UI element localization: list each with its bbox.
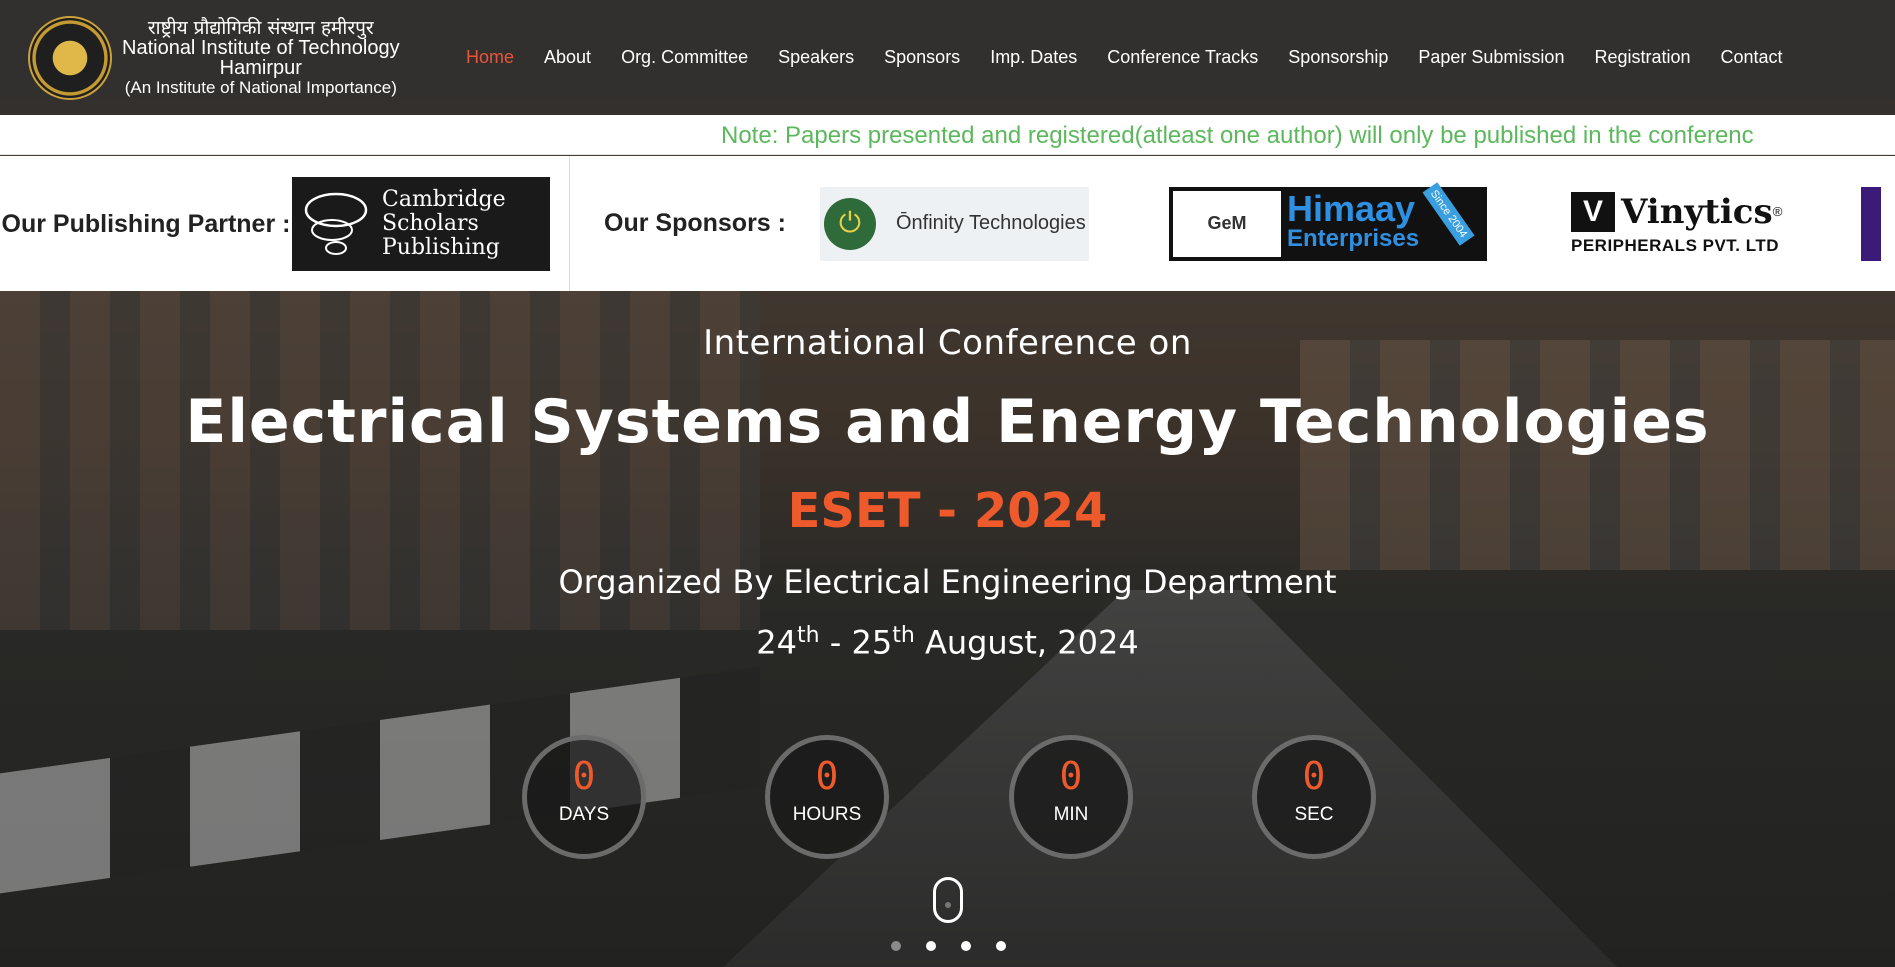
sponsor-next-logo-edge[interactable] <box>1861 186 1881 261</box>
partner-sponsor-strip: Our Publishing Partner : Cambridge Schol… <box>0 156 1895 291</box>
note-ticker: Note: Papers presented and registered(at… <box>0 115 1895 155</box>
institute-logo-link[interactable]: राष्ट्रीय प्रौद्योगिकी संस्थान हमीरपुर N… <box>0 15 450 100</box>
cambridge-logo-line2: Scholars <box>382 210 479 236</box>
gem-logo: GeM <box>1173 190 1281 257</box>
date-day1: 24 <box>756 623 797 662</box>
nav-conference-tracks[interactable]: Conference Tracks <box>1107 47 1258 68</box>
countdown-sec-value: 0 <box>1302 754 1326 798</box>
nav-home[interactable]: Home <box>466 47 514 68</box>
himaay-name-line1: Himaay <box>1287 187 1416 229</box>
vinytics-subtitle: PERIPHERALS PVT. LTD <box>1571 235 1780 255</box>
vinytics-v-icon: V <box>1571 191 1615 232</box>
cambridge-swirl-icon <box>304 192 368 255</box>
nav-paper-submission[interactable]: Paper Submission <box>1418 47 1564 68</box>
vinytics-name: Vinytics <box>1621 191 1773 232</box>
cambridge-scholars-logo[interactable]: Cambridge Scholars Publishing <box>292 176 550 271</box>
organizer-text: Organized By Electrical Engineering Depa… <box>558 563 1337 601</box>
countdown-sec-label: SEC <box>1294 804 1334 825</box>
note-ticker-text: Note: Papers presented and registered(at… <box>721 122 1754 149</box>
date-day2-suffix: th <box>892 623 915 648</box>
onfinity-power-icon: ⏻ <box>824 197 876 250</box>
countdown-hours: 0 HOURS <box>765 735 889 859</box>
slider-dot-2[interactable] <box>926 941 936 951</box>
nav-registration[interactable]: Registration <box>1594 47 1690 68</box>
countdown-days-label: DAYS <box>558 804 610 825</box>
date-separator: - <box>819 623 852 662</box>
publishing-partner-panel: Our Publishing Partner : Cambridge Schol… <box>0 156 570 291</box>
nav-contact[interactable]: Contact <box>1721 47 1783 68</box>
institute-name-hindi: राष्ट्रीय प्रौद्योगिकी संस्थान हमीरपुर <box>147 16 374 39</box>
nav-org-committee[interactable]: Org. Committee <box>621 47 748 68</box>
countdown-min: 0 MIN <box>1009 735 1133 859</box>
nav-about[interactable]: About <box>544 47 591 68</box>
hero-intro: International Conference on <box>703 323 1192 363</box>
institute-name-block: राष्ट्रीय प्रौद्योगिकी संस्थान हमीरपुर N… <box>122 18 400 98</box>
countdown-min-value: 0 <box>1059 754 1083 798</box>
vinytics-top: V Vinytics ® <box>1571 191 1811 232</box>
scroll-down-mouse-icon[interactable] <box>933 877 963 923</box>
countdown-hours-label: HOURS <box>792 804 862 825</box>
cambridge-logo-line3: Publishing <box>382 234 500 260</box>
nav-imp-dates[interactable]: Imp. Dates <box>990 47 1077 68</box>
slider-dot-1[interactable] <box>891 941 901 951</box>
hero-banner: International Conference on Electrical S… <box>0 291 1895 967</box>
himaay-name: Himaay Enterprises <box>1287 187 1420 254</box>
conference-dates: 24th - 25th August, 2024 <box>0 623 1895 662</box>
sponsors-label: Our Sponsors : <box>604 209 786 237</box>
nav-sponsors[interactable]: Sponsors <box>884 47 960 68</box>
institute-name-line2: Hamirpur <box>219 56 302 79</box>
site-header: राष्ट्रीय प्रौद्योगिकी संस्थान हमीरपुर N… <box>0 0 1895 115</box>
cambridge-logo-text: Cambridge Scholars Publishing <box>382 186 506 260</box>
date-day2: 25 <box>851 623 893 662</box>
nav-sponsorship[interactable]: Sponsorship <box>1288 47 1388 68</box>
countdown-days: 0 DAYS <box>522 735 646 859</box>
institute-name-line1: National Institute of Technology <box>122 36 400 59</box>
institute-seal-icon <box>28 15 112 100</box>
slider-dot-4[interactable] <box>996 941 1006 951</box>
countdown-min-label: MIN <box>1053 804 1089 825</box>
onfinity-name: Ōnfinity Technologies <box>896 212 1086 234</box>
countdown-hours-value: 0 <box>815 754 839 798</box>
conference-title: Electrical Systems and Energy Technologi… <box>185 387 1710 457</box>
sponsor-vinytics-logo[interactable]: V Vinytics ® PERIPHERALS PVT. LTD <box>1571 191 1811 256</box>
institute-tagline: (An Institute of National Importance) <box>124 77 397 97</box>
conference-acronym: ESET - 2024 <box>787 483 1108 539</box>
slider-dot-3[interactable] <box>961 941 971 951</box>
sponsor-himaay-logo[interactable]: GeM Himaay Enterprises Since 2004 <box>1169 181 1487 261</box>
date-day1-suffix: th <box>797 623 820 648</box>
cambridge-logo-line1: Cambridge <box>382 186 506 212</box>
date-month-year: August, 2024 <box>914 623 1139 662</box>
countdown-days-value: 0 <box>572 754 596 798</box>
vinytics-registered-mark: ® <box>1772 204 1783 219</box>
himaay-since-tag: Since 2004 <box>1422 181 1475 246</box>
sponsors-panel: Our Sponsors : ⏻ Ōnfinity Technologies G… <box>570 156 1881 291</box>
nav-speakers[interactable]: Speakers <box>778 47 854 68</box>
main-nav: Home About Org. Committee Speakers Spons… <box>466 47 1783 68</box>
himaay-name-line2: Enterprises <box>1287 224 1420 252</box>
countdown-sec: 0 SEC <box>1252 735 1376 859</box>
sponsor-onfinity-logo[interactable]: ⏻ Ōnfinity Technologies <box>820 186 1089 261</box>
publishing-partner-label: Our Publishing Partner : <box>1 209 291 238</box>
